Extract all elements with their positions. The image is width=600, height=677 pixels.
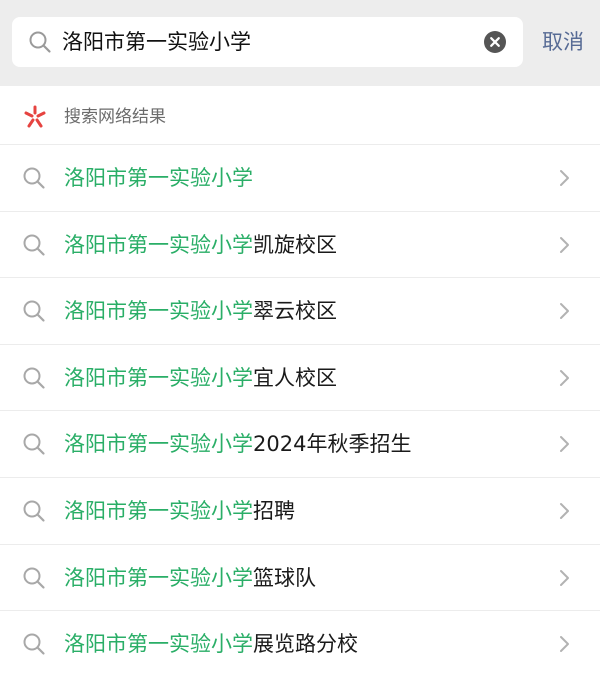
suggestion-item[interactable]: 洛阳市第一实验小学 (0, 144, 600, 211)
search-icon (23, 234, 45, 256)
search-icon (23, 367, 45, 389)
suggestion-text: 洛阳市第一实验小学翠云校区 (64, 278, 337, 344)
search-icon (23, 500, 45, 522)
suggestion-rest: 2024年秋季招生 (253, 432, 412, 457)
suggestion-highlight: 洛阳市第一实验小学 (64, 632, 253, 657)
suggestion-list: 洛阳市第一实验小学 洛阳市第一实验小学凯旋校区 洛阳市第一实验小学翠云校区 洛阳市第一… (0, 144, 600, 677)
suggestion-highlight: 洛阳市第一实验小学 (64, 299, 253, 324)
suggestion-highlight: 洛阳市第一实验小学 (64, 565, 253, 590)
suggestion-highlight: 洛阳市第一实验小学 (64, 232, 253, 257)
search-input[interactable]: 洛阳市第一实验小学 (12, 17, 523, 67)
suggestion-text: 洛阳市第一实验小学2024年秋季招生 (64, 411, 411, 477)
suggestion-item[interactable]: 洛阳市第一实验小学宜人校区 (0, 343, 600, 411)
chevron-right-icon (560, 236, 569, 253)
suggestion-item[interactable]: 洛阳市第一实验小学2024年秋季招生 (0, 410, 600, 477)
suggestion-item[interactable]: 洛阳市第一实验小学翠云校区 (0, 277, 600, 344)
suggestion-text: 洛阳市第一实验小学篮球队 (64, 545, 316, 611)
suggestion-text: 洛阳市第一实验小学宜人校区 (64, 345, 337, 411)
suggestion-rest: 招聘 (253, 498, 295, 523)
suggestion-item[interactable]: 洛阳市第一实验小学凯旋校区 (0, 210, 600, 278)
chevron-right-icon (560, 369, 569, 386)
suggestion-highlight: 洛阳市第一实验小学 (64, 498, 253, 523)
search-bar: 洛阳市第一实验小学 取消 (0, 0, 600, 86)
chevron-right-icon (560, 170, 569, 186)
chevron-right-icon (560, 502, 569, 519)
suggestion-item[interactable]: 洛阳市第一实验小学篮球队 (0, 543, 600, 611)
suggestion-text: 洛阳市第一实验小学凯旋校区 (64, 212, 337, 278)
suggestion-rest: 凯旋校区 (253, 232, 337, 257)
chevron-right-icon (560, 436, 569, 453)
search-icon (23, 433, 45, 455)
cancel-button[interactable]: 取消 (530, 17, 596, 67)
search-icon (23, 633, 45, 655)
close-icon (490, 37, 500, 47)
search-icon (23, 567, 45, 589)
chevron-right-icon (560, 303, 569, 320)
suggestion-rest: 展览路分校 (253, 632, 358, 657)
search-icon (23, 167, 45, 189)
suggestion-highlight: 洛阳市第一实验小学 (64, 166, 253, 190)
section-header: 搜索网络结果 (0, 86, 600, 144)
chevron-right-icon (560, 636, 569, 653)
suggestion-rest: 篮球队 (253, 565, 316, 590)
suggestion-item[interactable]: 洛阳市第一实验小学展览路分校 (0, 610, 600, 677)
clear-button[interactable] (484, 31, 506, 53)
suggestion-text: 洛阳市第一实验小学展览路分校 (64, 611, 358, 677)
suggestion-item[interactable]: 洛阳市第一实验小学招聘 (0, 476, 600, 544)
search-query-text[interactable]: 洛阳市第一实验小学 (62, 17, 251, 67)
suggestion-rest: 翠云校区 (253, 299, 337, 324)
section-title: 搜索网络结果 (64, 107, 166, 127)
suggestion-text: 洛阳市第一实验小学 (64, 145, 253, 211)
search-icon (23, 300, 45, 322)
search-icon (29, 31, 51, 53)
chevron-right-icon (560, 569, 569, 586)
suggestion-highlight: 洛阳市第一实验小学 (64, 365, 253, 390)
suggestion-highlight: 洛阳市第一实验小学 (64, 432, 253, 457)
web-search-logo-icon (24, 105, 46, 128)
suggestion-rest: 宜人校区 (253, 365, 337, 390)
suggestion-text: 洛阳市第一实验小学招聘 (64, 478, 295, 544)
